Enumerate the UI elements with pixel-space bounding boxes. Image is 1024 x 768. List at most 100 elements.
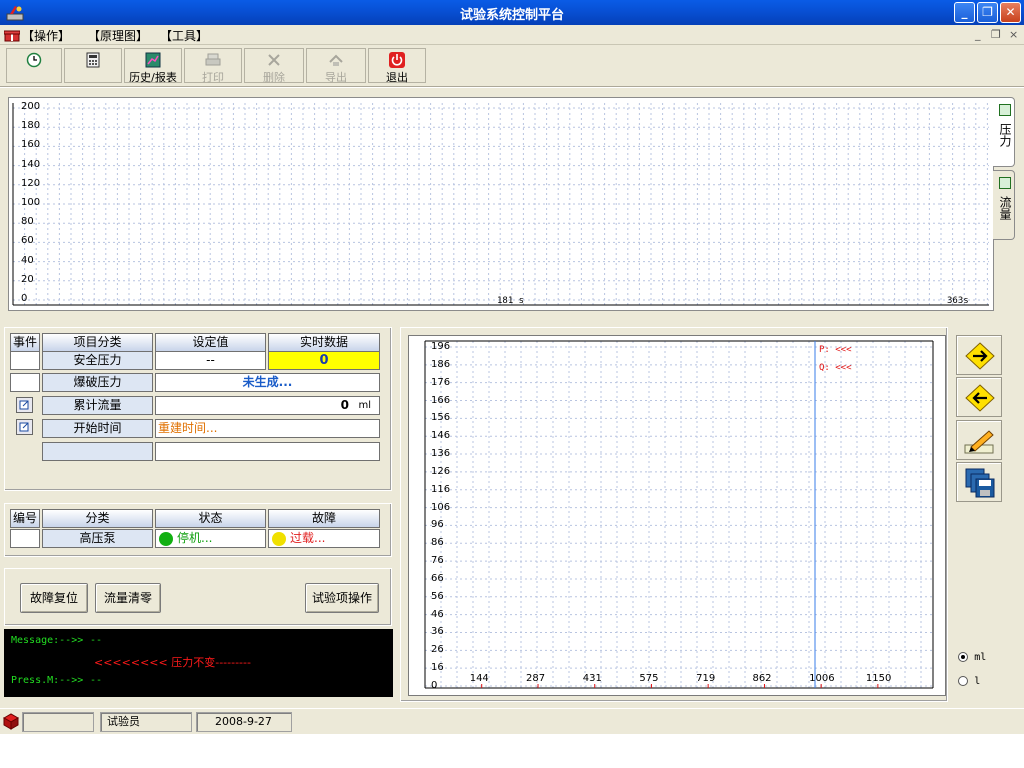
running-status-icon <box>159 531 173 546</box>
close-button[interactable]: ✕ <box>1000 2 1021 23</box>
export-label: 导出 <box>325 71 347 84</box>
pump-category-header: 分类 <box>42 509 153 528</box>
mdi-restore-button[interactable]: ❐ <box>991 28 1001 41</box>
clock-button[interactable] <box>6 48 62 83</box>
top-chart-x-mid-label: 181 s <box>497 296 525 306</box>
fault-status-icon <box>272 531 286 546</box>
status-bar: 试验员 2008-9-27 <box>0 708 1024 734</box>
unit-l-label: l <box>974 676 981 687</box>
cumulative-flow-unit: ml <box>358 400 371 411</box>
exit-button[interactable]: 退出 <box>368 48 426 84</box>
book-icon <box>2 713 20 730</box>
event-header: 事件 <box>10 333 40 352</box>
cumulative-flow-event-button[interactable] <box>16 397 33 413</box>
pump-id-cell <box>10 529 40 548</box>
safe-pressure-realtime: 0 <box>268 351 380 370</box>
right-chart-y-tick: 86 <box>431 537 444 549</box>
top-chart-y-tick: 80 <box>21 216 34 228</box>
pressure-flow-chart: 196 186 176 166 156 146 136 126 116 106 96 86 76 66 56… <box>408 335 946 696</box>
right-chart-y-tick: 186 <box>431 358 451 370</box>
mdi-minimize-button[interactable]: _ <box>975 28 981 41</box>
printer-icon <box>205 53 221 66</box>
start-time-value: 重建时间... <box>155 419 380 438</box>
history-report-button[interactable]: 历史/报表 <box>124 48 182 84</box>
top-chart-y-tick: 180 <box>21 120 41 132</box>
power-icon <box>389 52 405 68</box>
status-cell-empty <box>22 712 94 732</box>
link-icon <box>19 400 29 410</box>
message-prefix: Message:-->> <box>11 635 84 646</box>
burst-pressure-value: 未生成... <box>155 373 380 392</box>
next-button[interactable] <box>956 335 1002 375</box>
status-user: 试验员 <box>100 712 192 732</box>
delete-button[interactable]: 删除 <box>244 48 304 84</box>
exit-label: 退出 <box>386 71 408 84</box>
flow-tab-icon <box>999 177 1011 189</box>
minimize-button[interactable]: _ <box>954 2 975 23</box>
save-button[interactable] <box>956 462 1002 502</box>
restore-button[interactable]: ❐ <box>977 2 998 23</box>
right-chart-y-tick: 0 <box>431 680 438 691</box>
top-chart-y-tick: 140 <box>21 158 41 170</box>
top-chart-x-end-label: 363s <box>947 296 969 306</box>
unit-radio-l[interactable]: l <box>958 676 980 687</box>
cumulative-flow-label: 累计流量 <box>42 396 153 415</box>
pump-state-cell: 停机... <box>155 529 266 548</box>
right-chart-x-tick: 1006 <box>809 673 835 684</box>
pump-state-header: 状态 <box>155 509 266 528</box>
export-button[interactable]: 导出 <box>306 48 366 84</box>
print-button[interactable]: 打印 <box>184 48 242 84</box>
test-operations-button[interactable]: 试验项操作 <box>305 583 379 613</box>
unit-radio-ml[interactable]: ml <box>958 652 986 663</box>
right-chart-x-tick: 144 <box>469 673 489 684</box>
tab-pressure-label: 压力 <box>998 122 1012 147</box>
right-chart-y-tick: 156 <box>431 412 451 424</box>
message-value: -- <box>90 635 103 646</box>
pump-category-value: 高压泵 <box>42 529 153 548</box>
unit-ml-radio-icon <box>958 652 968 662</box>
top-chart-y-tick: 20 <box>21 273 34 285</box>
pencil-icon <box>964 430 994 454</box>
chart-icon <box>145 52 161 68</box>
top-chart-y-tick: 120 <box>21 177 41 189</box>
tab-pressure[interactable]: 压力 <box>993 97 1015 167</box>
right-chart-y-tick: 106 <box>431 501 451 513</box>
event-cell-burst <box>10 373 40 392</box>
start-time-label: 开始时间 <box>42 419 153 438</box>
pump-fault-value: 过载... <box>290 531 326 545</box>
cumulative-flow-value-cell: 0 ml <box>155 396 380 415</box>
top-chart-grid <box>12 103 989 306</box>
right-chart-y-tick: 16 <box>431 662 444 674</box>
arrow-right-icon <box>965 342 995 370</box>
menu-tools[interactable]: 【工具】 <box>160 27 208 44</box>
start-time-event-button[interactable] <box>16 419 33 435</box>
edit-button[interactable] <box>956 420 1002 460</box>
safe-pressure-setpoint: -- <box>155 351 266 370</box>
pump-id-header: 编号 <box>10 509 40 528</box>
top-chart-y-tick: 60 <box>21 235 34 247</box>
mdi-close-button[interactable]: × <box>1009 28 1018 41</box>
link-icon <box>19 422 29 432</box>
right-chart-y-tick: 26 <box>431 644 444 656</box>
pump-fault-cell: 过载... <box>268 529 380 548</box>
right-chart-y-tick: 66 <box>431 572 444 584</box>
alert-line: <<<<<<<< 压力不变--------- <box>94 656 251 669</box>
flow-reset-button[interactable]: 流量清零 <box>95 583 161 613</box>
right-chart-y-tick: 96 <box>431 519 444 531</box>
right-chart-y-tick: 56 <box>431 590 444 602</box>
calculator-button[interactable] <box>64 48 122 83</box>
toolbar: 历史/报表 打印 删除 导出 退出 <box>0 45 1024 87</box>
delete-label: 删除 <box>263 71 285 84</box>
top-chart-y-tick: 160 <box>21 139 41 151</box>
top-chart-y-tick: 40 <box>21 254 34 266</box>
right-chart-y-tick: 126 <box>431 465 451 477</box>
menu-operate[interactable]: 【操作】 <box>22 27 70 44</box>
right-chart-y-tick: 116 <box>431 483 451 495</box>
previous-button[interactable] <box>956 377 1002 417</box>
pump-state-value: 停机... <box>177 531 213 545</box>
top-chart-y-tick: 0 <box>21 293 28 304</box>
right-chart-y-tick: 76 <box>431 555 444 567</box>
fault-reset-button[interactable]: 故障复位 <box>20 583 88 613</box>
tab-flow[interactable]: 流量 <box>993 170 1015 240</box>
menu-schematic[interactable]: 【原理图】 <box>88 27 148 44</box>
